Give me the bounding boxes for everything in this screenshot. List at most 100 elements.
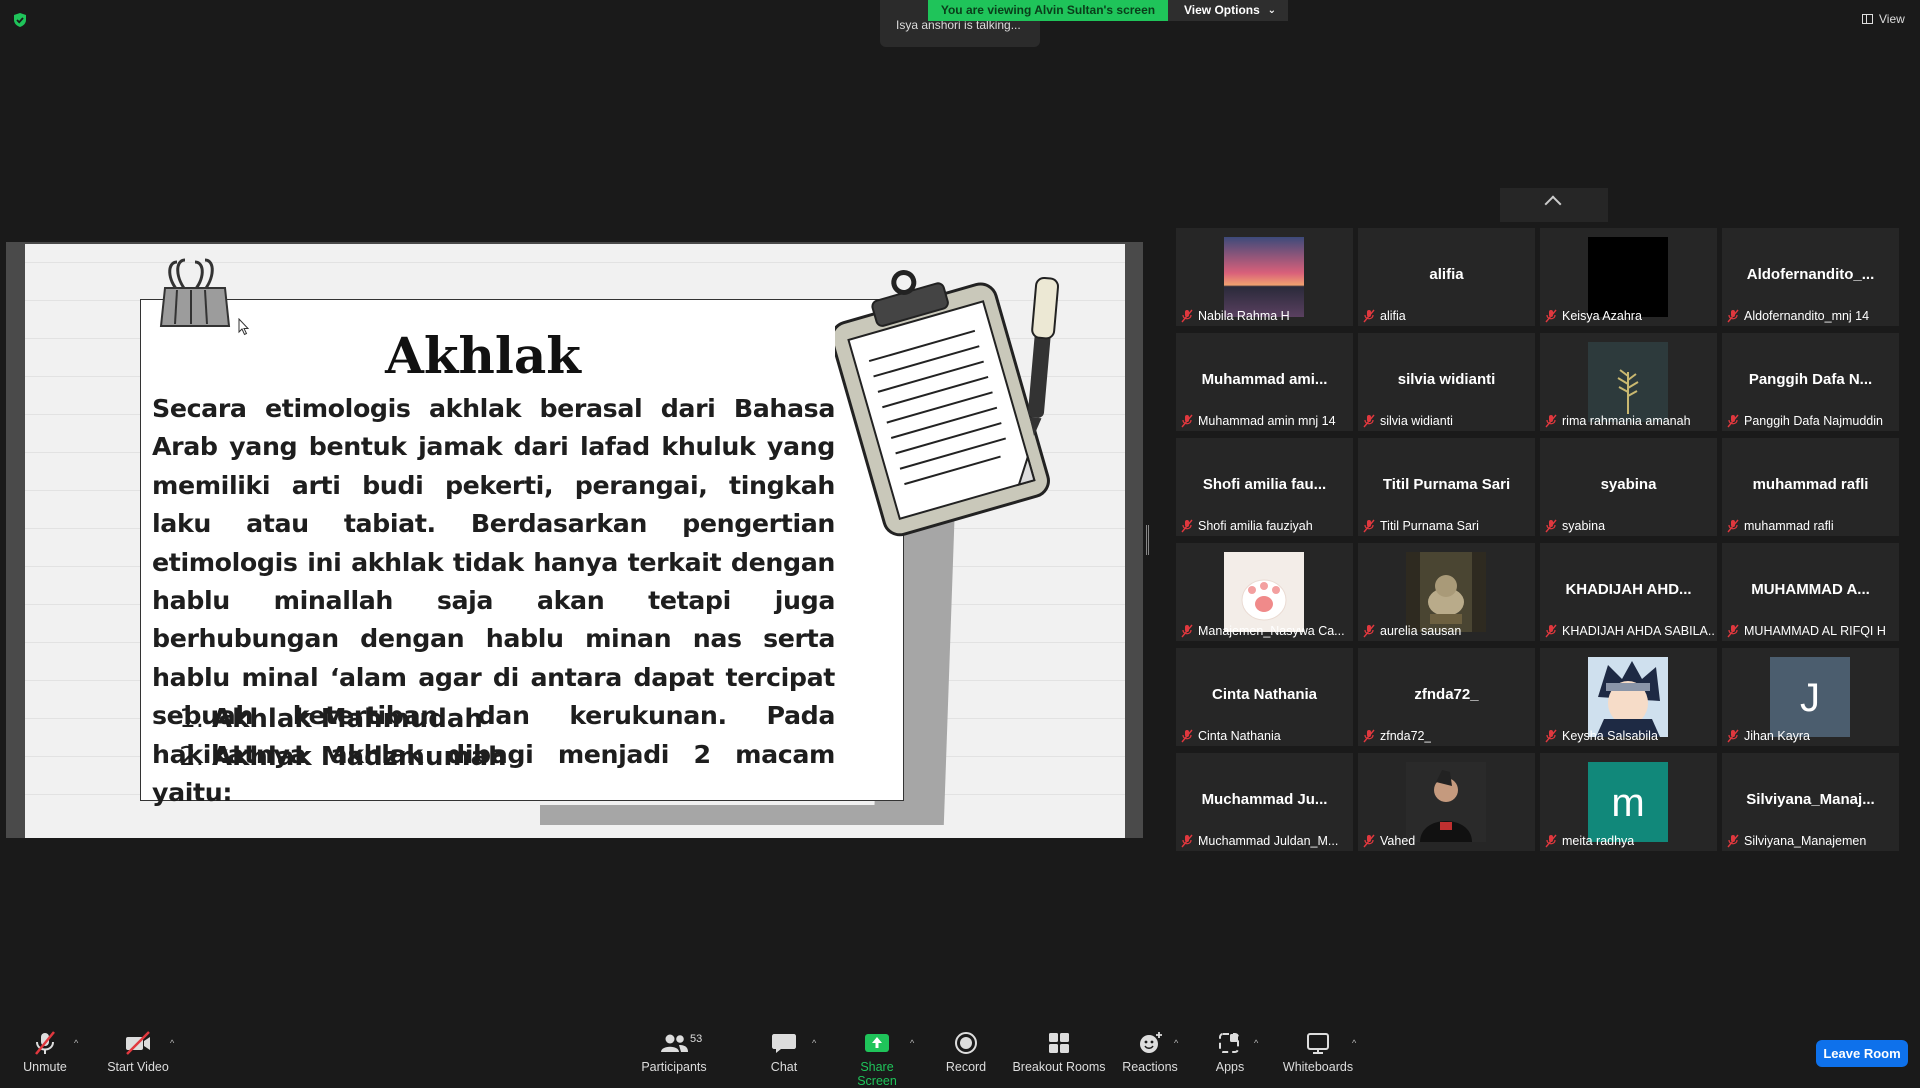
participant-tile[interactable]: Panggih Dafa N... Panggih Dafa Najmuddin <box>1722 333 1899 431</box>
microphone-muted-icon <box>1363 834 1375 848</box>
reactions-button[interactable]: Reactions <box>1122 1030 1178 1074</box>
share-screen-label: Share Screen <box>857 1060 897 1088</box>
gallery-scroll-up-button[interactable] <box>1500 188 1608 222</box>
participant-tile[interactable]: Aldofernandito_... Aldofernandito_mnj 14 <box>1722 228 1899 326</box>
chat-button[interactable]: Chat <box>768 1030 800 1074</box>
participant-tile[interactable]: m meita radhya <box>1540 753 1717 851</box>
participant-name-label: Titil Purnama Sari <box>1362 518 1479 534</box>
video-options-caret[interactable]: ^ <box>170 1038 174 1048</box>
participant-name-label: Aldofernandito_mnj 14 <box>1726 308 1869 324</box>
chevron-down-icon: ⌄ <box>1267 5 1276 16</box>
microphone-muted-icon <box>1363 624 1375 638</box>
participant-name: KHADIJAH AHDA SABILA... <box>1562 624 1714 638</box>
microphone-muted-icon <box>1545 309 1557 323</box>
list-item: 2. Akhlak Madzmumah <box>179 742 507 772</box>
audio-options-caret[interactable]: ^ <box>74 1038 78 1048</box>
leave-room-button[interactable]: Leave Room <box>1816 1040 1908 1067</box>
participant-name: Panggih Dafa Najmuddin <box>1744 414 1883 428</box>
participant-tile[interactable]: zfnda72_ zfnda72_ <box>1358 648 1535 746</box>
apps-icon <box>1219 1033 1239 1053</box>
participant-name: meita radhya <box>1562 834 1635 848</box>
participant-name-label: Keisya Azahra <box>1544 308 1642 324</box>
participant-avatar <box>1224 552 1304 632</box>
participant-display-name: Panggih Dafa N... <box>1748 371 1873 388</box>
participant-tile[interactable]: Titil Purnama Sari Titil Purnama Sari <box>1358 438 1535 536</box>
participant-name-label: zfnda72_ <box>1362 728 1431 744</box>
apps-button[interactable]: Apps <box>1212 1030 1248 1074</box>
microphone-muted-icon <box>1545 834 1557 848</box>
participant-display-name: Silviyana_Manaj... <box>1746 791 1875 808</box>
share-screen-button[interactable]: Share Screen <box>840 1030 914 1088</box>
participant-name-label: Jihan Kayra <box>1726 728 1810 744</box>
participant-tile[interactable]: Shofi amilia fau... Shofi amilia fauziyah <box>1176 438 1353 536</box>
panel-resize-handle[interactable] <box>1146 525 1149 555</box>
participant-display-name: Cinta Nathania <box>1211 686 1317 703</box>
participant-tile[interactable]: syabina syabina <box>1540 438 1717 536</box>
participant-display-name: Muhammad ami... <box>1201 371 1328 388</box>
whiteboards-button[interactable]: Whiteboards <box>1282 1030 1354 1074</box>
microphone-muted-icon <box>1545 729 1557 743</box>
participant-name: zfnda72_ <box>1380 729 1432 743</box>
record-button[interactable]: Record <box>942 1030 990 1074</box>
participant-tile[interactable]: silvia widianti silvia widianti <box>1358 333 1535 431</box>
breakout-rooms-label: Breakout Rooms <box>1012 1060 1106 1074</box>
share-options-caret[interactable]: ^ <box>910 1038 914 1048</box>
participant-name: MUHAMMAD AL RIFQI H <box>1744 624 1886 638</box>
participant-name-label: syabina <box>1544 518 1605 534</box>
participant-tile[interactable]: aurelia sausan <box>1358 543 1535 641</box>
participant-tile[interactable]: rima rahmania amanah <box>1540 333 1717 431</box>
participant-tile[interactable]: MUHAMMAD A... MUHAMMAD AL RIFQI H <box>1722 543 1899 641</box>
unmute-button[interactable]: Unmute <box>14 1030 76 1074</box>
participant-tile[interactable]: Cinta Nathania Cinta Nathania <box>1176 648 1353 746</box>
participant-tile[interactable]: J Jihan Kayra <box>1722 648 1899 746</box>
whiteboards-options-caret[interactable]: ^ <box>1352 1038 1356 1048</box>
participant-tile[interactable]: alifia alifia <box>1358 228 1535 326</box>
participant-name-label: Nabila Rahma H <box>1180 308 1290 324</box>
record-icon <box>955 1032 977 1054</box>
chat-options-caret[interactable]: ^ <box>812 1038 816 1048</box>
participant-tile[interactable]: KHADIJAH AHD... KHADIJAH AHDA SABILA... <box>1540 543 1717 641</box>
participant-name: Vahed <box>1380 834 1416 848</box>
binder-clip-icon <box>159 258 231 327</box>
participant-tile[interactable]: Nabila Rahma H <box>1176 228 1353 326</box>
participant-display-name: Muchammad Ju... <box>1201 791 1328 808</box>
participant-name: rima rahmania amanah <box>1562 414 1691 428</box>
start-video-label: Start Video <box>107 1060 169 1074</box>
start-video-button[interactable]: Start Video <box>102 1030 174 1074</box>
participant-name: Aldofernandito_mnj 14 <box>1744 309 1870 323</box>
breakout-rooms-button[interactable]: Breakout Rooms <box>1012 1030 1106 1074</box>
reactions-icon <box>1140 1032 1162 1053</box>
security-shield-icon[interactable] <box>12 12 28 28</box>
participant-name-label: KHADIJAH AHDA SABILA... <box>1544 623 1714 639</box>
microphone-muted-icon <box>1363 414 1375 428</box>
participant-tile[interactable]: Manajemen_Nasywa Ca... <box>1176 543 1353 641</box>
participant-tile[interactable]: Muhammad ami... Muhammad amin mnj 14 <box>1176 333 1353 431</box>
view-options-button[interactable]: View Options ⌄ <box>1168 0 1288 21</box>
participants-button[interactable]: Participants 53 <box>638 1030 710 1074</box>
reactions-options-caret[interactable]: ^ <box>1174 1038 1178 1048</box>
participant-name: Nabila Rahma H <box>1198 309 1290 323</box>
microphone-muted-icon <box>1181 309 1193 323</box>
participant-name: Silviyana_Manajemen <box>1744 834 1867 848</box>
participant-tile[interactable]: Vahed <box>1358 753 1535 851</box>
participant-name-label: aurelia sausan <box>1362 623 1461 639</box>
participant-tile[interactable]: muhammad rafli muhammad rafli <box>1722 438 1899 536</box>
svg-text:m: m <box>1611 781 1644 825</box>
participant-tile[interactable]: Silviyana_Manaj... Silviyana_Manajemen <box>1722 753 1899 851</box>
participant-avatar: m <box>1588 762 1668 842</box>
microphone-muted-icon <box>1545 624 1557 638</box>
participant-tile[interactable]: Muchammad Ju... Muchammad Juldan_M... <box>1176 753 1353 851</box>
list-item: 1. Akhlak Mahmudah <box>179 704 483 734</box>
microphone-muted-icon <box>1181 729 1193 743</box>
participant-name: silvia widianti <box>1380 414 1453 428</box>
view-label: View <box>1879 12 1905 26</box>
record-label: Record <box>945 1060 987 1074</box>
participant-name-label: Silviyana_Manajemen <box>1726 833 1866 849</box>
participant-display-name: Titil Purnama Sari <box>1382 476 1511 493</box>
participant-name: alifia <box>1380 309 1406 323</box>
participant-tile[interactable]: Keysha Salsabila <box>1540 648 1717 746</box>
view-button[interactable]: View <box>1862 12 1905 26</box>
participant-tile[interactable]: Keisya Azahra <box>1540 228 1717 326</box>
apps-options-caret[interactable]: ^ <box>1254 1038 1258 1048</box>
apps-label: Apps <box>1215 1060 1245 1074</box>
